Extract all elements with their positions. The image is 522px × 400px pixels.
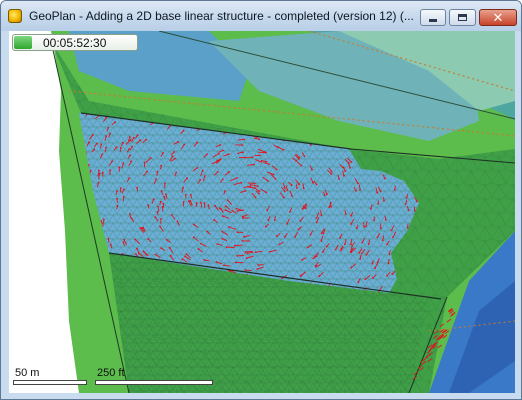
scale-label-imperial: 250 ft bbox=[97, 367, 125, 379]
map-view[interactable] bbox=[9, 31, 515, 393]
simulation-progress: 00:05:52:30 bbox=[12, 34, 138, 51]
scale-bar-imperial-line bbox=[95, 380, 213, 385]
minimize-button[interactable] bbox=[420, 9, 446, 26]
close-button[interactable]: ✕ bbox=[479, 9, 517, 26]
close-icon: ✕ bbox=[492, 10, 504, 25]
scale-bar-imperial: 250 ft bbox=[95, 367, 213, 385]
scale-bar-metric-line bbox=[13, 380, 87, 385]
simulation-time: 00:05:52:30 bbox=[43, 36, 107, 50]
geoplan-window: GeoPlan - Adding a 2D base linear struct… bbox=[0, 0, 522, 400]
maximize-button[interactable] bbox=[449, 9, 476, 26]
title-bar[interactable]: GeoPlan - Adding a 2D base linear struct… bbox=[1, 1, 521, 31]
geoplan-app-icon[interactable] bbox=[8, 9, 22, 23]
minimize-icon bbox=[429, 19, 437, 22]
maximize-icon bbox=[458, 14, 467, 21]
map-canvas[interactable]: 00:05:52:30 50 m 250 ft bbox=[9, 31, 515, 393]
scale-bar-metric: 50 m bbox=[13, 367, 87, 385]
scale-label-metric: 50 m bbox=[15, 367, 40, 379]
window-title: GeoPlan - Adding a 2D base linear struct… bbox=[29, 9, 414, 23]
progress-fill bbox=[14, 36, 32, 49]
